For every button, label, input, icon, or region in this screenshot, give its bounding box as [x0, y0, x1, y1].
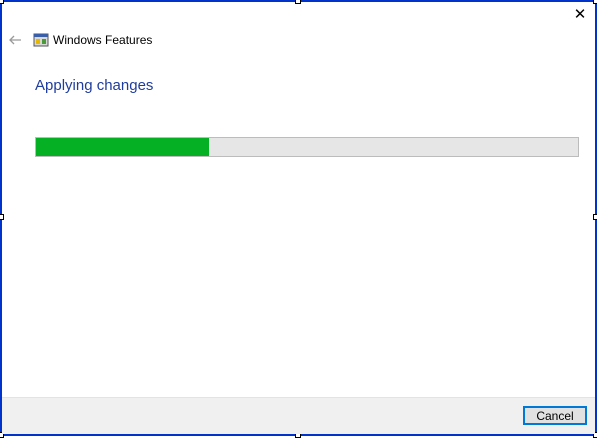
resize-handle-top[interactable]: [295, 0, 301, 4]
progress-fill: [36, 138, 210, 156]
resize-handle-top-right[interactable]: [593, 0, 597, 4]
resize-handle-right[interactable]: [593, 214, 597, 220]
cancel-button[interactable]: Cancel: [523, 406, 587, 425]
dialog-window: ✕ Windows Features Applying changes Canc…: [0, 0, 597, 438]
back-arrow-icon[interactable]: [7, 32, 23, 48]
progress-bar: [35, 137, 579, 157]
resize-handle-top-left[interactable]: [0, 0, 4, 4]
windows-features-icon: [33, 33, 49, 47]
footer-bar: Cancel: [2, 397, 595, 434]
close-button[interactable]: ✕: [571, 6, 589, 24]
page-heading: Applying changes: [35, 77, 154, 94]
close-icon: ✕: [573, 6, 587, 23]
title-bar: Windows Features: [2, 30, 595, 54]
window-title: Windows Features: [53, 33, 153, 47]
resize-handle-left[interactable]: [0, 214, 4, 220]
